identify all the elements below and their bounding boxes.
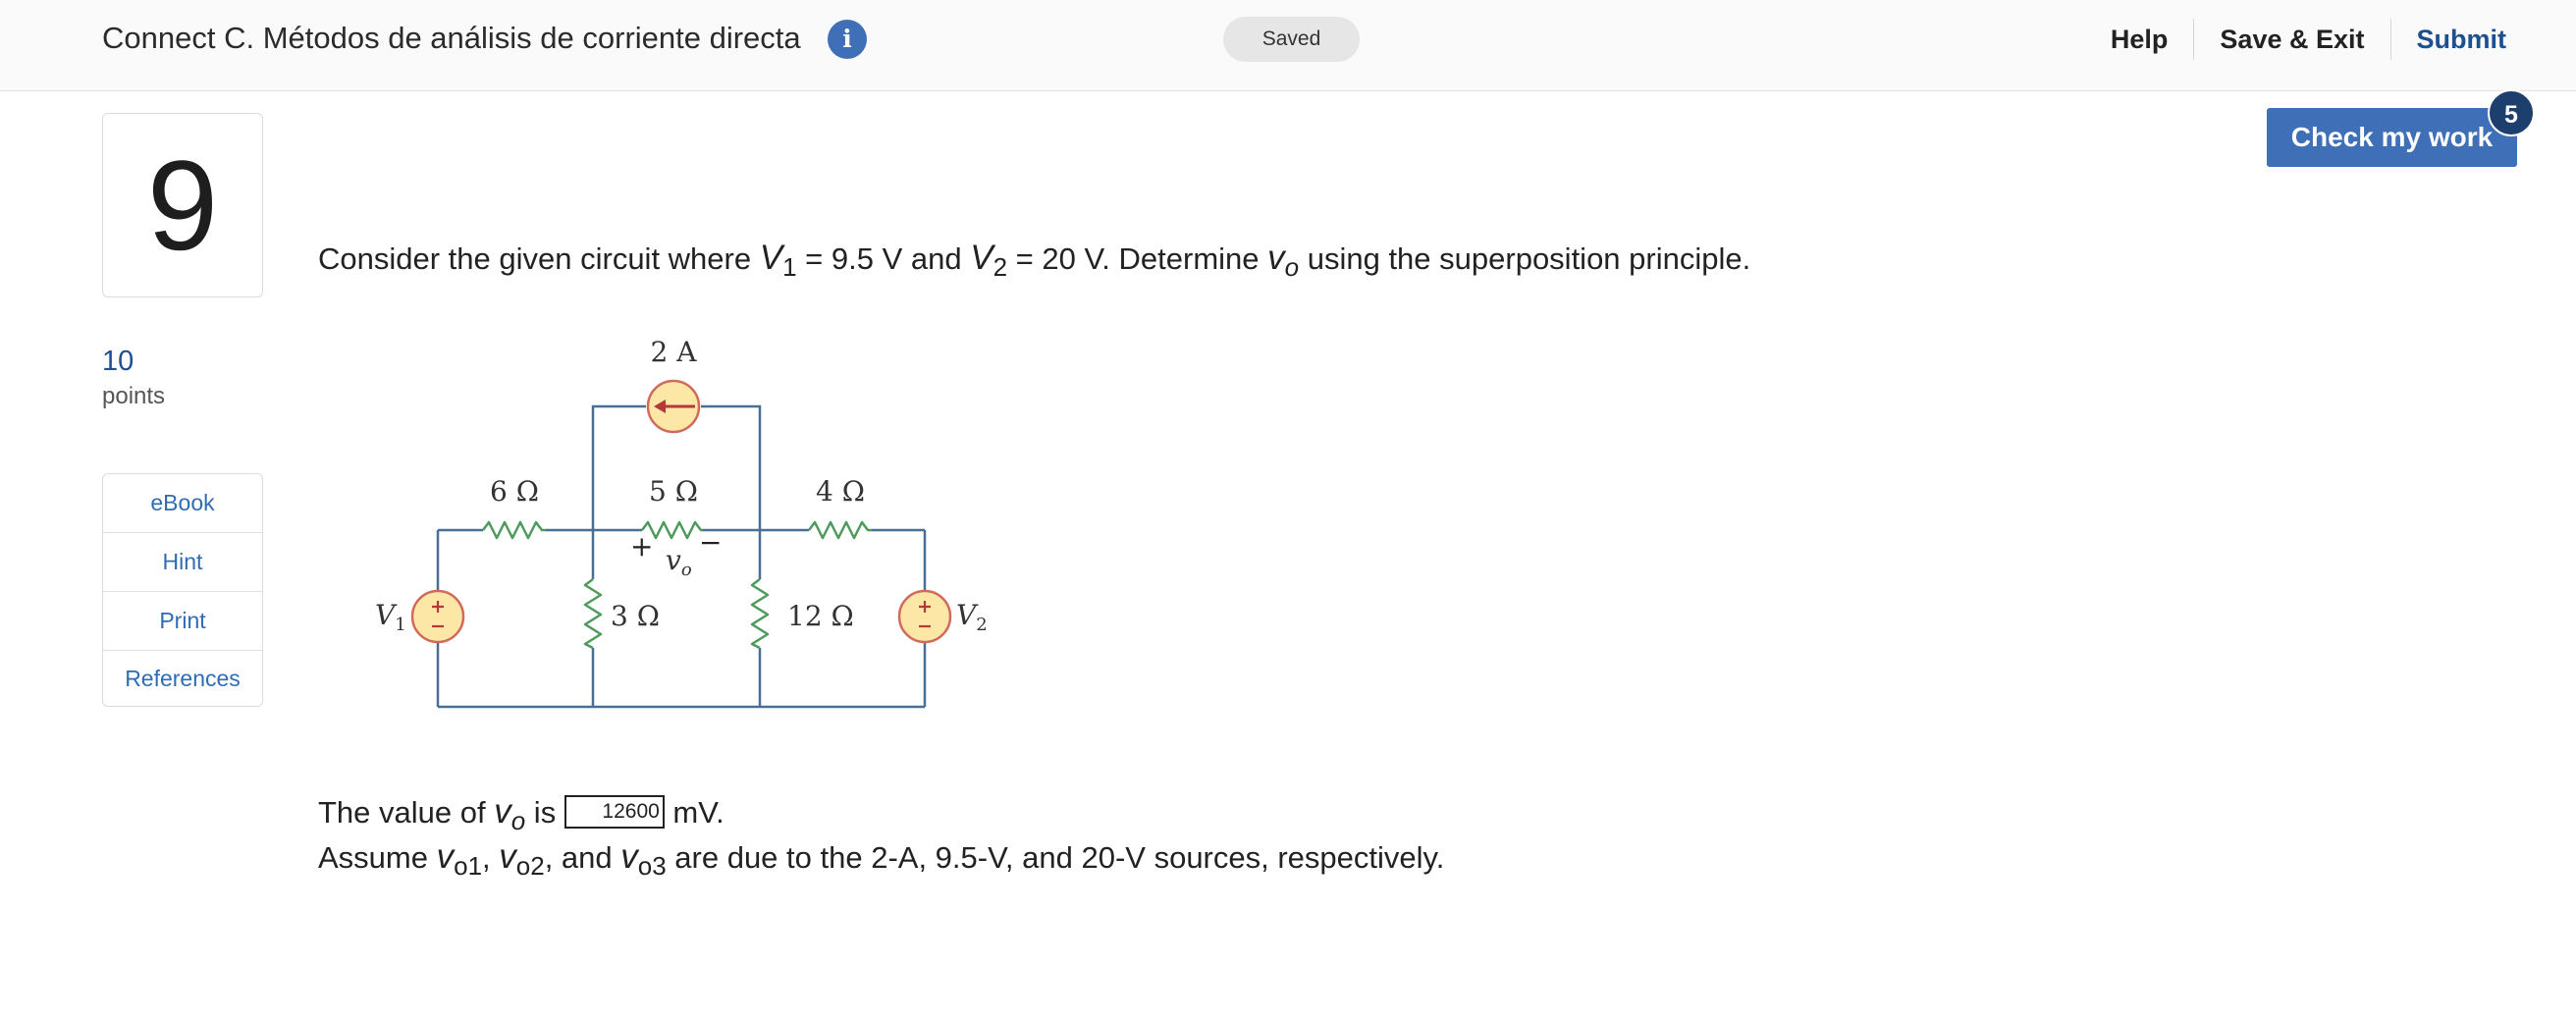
assume-suffix: are due to the 2-A, 9.5-V, and 20-V sour…	[666, 840, 1445, 875]
v1-subscript-label: 1	[395, 615, 405, 635]
v1-subscript: 1	[782, 252, 797, 282]
vo1-subscript: o1	[454, 851, 483, 881]
answer-vo-subscript: o	[510, 806, 526, 835]
assume-prefix: Assume	[318, 840, 437, 875]
prompt-text-2: = 9.5 V and	[796, 241, 971, 276]
assume-sep-2: , and	[544, 840, 621, 875]
voltage-source-v2	[897, 589, 952, 644]
references-link[interactable]: References	[103, 651, 262, 706]
vo2-variable: v	[499, 837, 516, 876]
answer-prefix: The value of	[318, 795, 495, 830]
points-value: 10	[102, 346, 134, 377]
answer-line: The value of vo is 12600 mV.	[318, 789, 724, 836]
vo-variable: v	[1267, 239, 1285, 277]
prompt-text-3: = 20 V. Determine	[1007, 241, 1268, 276]
print-link[interactable]: Print	[103, 592, 262, 651]
vo3-subscript: o3	[637, 851, 667, 881]
vo1-variable: v	[436, 837, 455, 876]
v1-label: V1	[375, 599, 406, 635]
saved-status-badge: Saved	[1223, 17, 1360, 62]
v2-subscript: 2	[993, 252, 1008, 282]
ebook-link[interactable]: eBook	[103, 474, 262, 533]
question-number: 9	[146, 134, 219, 277]
label-3-ohm: 3 Ω	[611, 600, 660, 632]
points-label: points	[102, 383, 166, 409]
answer-unit: mV.	[664, 795, 724, 830]
info-icon[interactable]: i	[828, 20, 867, 59]
label-6-ohm: 6 Ω	[490, 475, 539, 508]
label-12-ohm: 12 Ω	[787, 600, 854, 632]
header-nav: Help Save & Exit Submit	[2085, 0, 2506, 79]
v1-variable: V	[759, 239, 783, 277]
current-source-2a	[646, 379, 701, 434]
vo-subscript-label: o	[681, 560, 692, 580]
question-number-box: 9	[102, 113, 263, 297]
vo-symbol: v	[666, 544, 681, 576]
resistor-4-ohm	[808, 520, 872, 540]
question-prompt: Consider the given circuit where V1 = 9.…	[318, 234, 1750, 285]
v2-variable: V	[970, 239, 993, 277]
label-4-ohm: 4 Ω	[816, 475, 865, 508]
check-attempts-badge: 5	[2488, 89, 2535, 136]
answer-vo-variable: v	[494, 792, 511, 831]
resistor-12-ohm	[750, 578, 770, 650]
label-5-ohm: 5 Ω	[649, 475, 698, 508]
circuit-diagram: 2 A 6 Ω 5 Ω 4 Ω 3 Ω 12 Ω + − vo V1 V2	[375, 336, 988, 709]
v2-subscript-label: 2	[976, 615, 987, 635]
vo3-variable: v	[620, 837, 638, 876]
label-2a: 2 A	[651, 336, 698, 368]
question-tools: eBook Hint Print References	[102, 473, 263, 707]
vo-plus-sign: +	[630, 530, 653, 563]
voltage-source-v1	[410, 589, 465, 644]
assignment-title: Connect C. Métodos de análisis de corrie…	[102, 21, 801, 55]
assume-sep-1: ,	[482, 840, 500, 875]
top-bar: Connect C. Métodos de análisis de corrie…	[0, 0, 2576, 91]
save-exit-button[interactable]: Save & Exit	[2194, 25, 2389, 55]
assumption-note: Assume vo1, vo2, and vo3 are due to the …	[318, 834, 1444, 882]
hint-link[interactable]: Hint	[103, 533, 262, 592]
submit-button[interactable]: Submit	[2391, 25, 2507, 55]
check-my-work-button[interactable]: Check my work	[2267, 108, 2517, 167]
help-button[interactable]: Help	[2085, 25, 2194, 55]
prompt-text-4: using the superposition principle.	[1299, 241, 1751, 276]
vo-label: vo	[666, 544, 692, 580]
vo-answer-input[interactable]: 12600	[564, 794, 665, 829]
v2-label: V2	[956, 599, 988, 635]
resistor-6-ohm	[482, 520, 546, 540]
vo-subscript: o	[1284, 252, 1300, 282]
circuit-wires	[436, 404, 927, 709]
vo2-subscript: o2	[515, 851, 545, 881]
resistor-3-ohm	[583, 578, 603, 650]
answer-mid: is	[525, 795, 564, 830]
prompt-text-1: Consider the given circuit where	[318, 241, 760, 276]
vo-minus-sign: −	[699, 526, 722, 559]
